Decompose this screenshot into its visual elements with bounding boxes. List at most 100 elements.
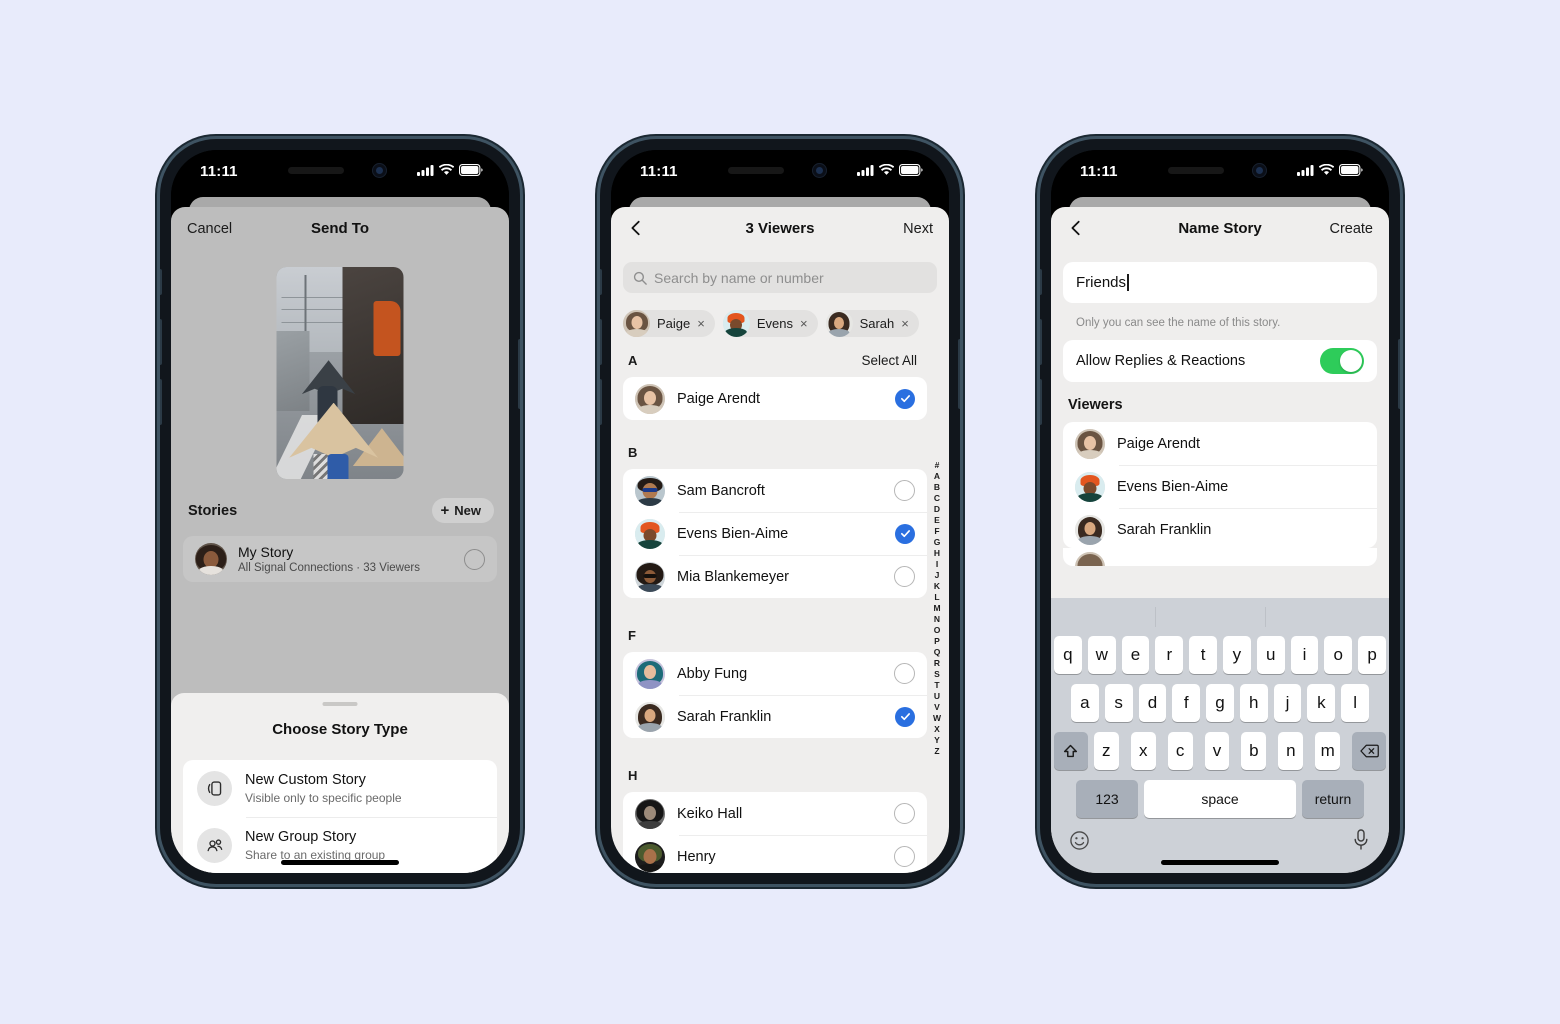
volume-down-button[interactable] — [160, 379, 162, 425]
key-z[interactable]: z — [1093, 732, 1119, 770]
index-letter[interactable]: R — [934, 658, 940, 669]
index-letter[interactable]: O — [934, 625, 941, 636]
key-u[interactable]: u — [1256, 636, 1285, 674]
index-letter[interactable]: A — [934, 471, 940, 482]
viewer-chip[interactable]: Paige × — [623, 310, 715, 337]
index-letter[interactable]: E — [934, 515, 940, 526]
numbers-key[interactable]: 123 — [1076, 780, 1138, 818]
key-p[interactable]: p — [1358, 636, 1386, 674]
select-all-button[interactable]: Select All — [861, 353, 917, 368]
home-indicator[interactable] — [1161, 860, 1279, 865]
contact-row[interactable]: Sam Bancroft — [623, 469, 927, 512]
contact-row[interactable]: Mia Blankemeyer — [623, 555, 927, 598]
key-e[interactable]: e — [1121, 636, 1150, 674]
shift-key[interactable] — [1054, 732, 1088, 770]
key-v[interactable]: v — [1204, 732, 1230, 770]
allow-replies-row[interactable]: Allow Replies & Reactions — [1063, 340, 1377, 382]
key-x[interactable]: x — [1130, 732, 1156, 770]
key-t[interactable]: t — [1189, 636, 1217, 674]
key-g[interactable]: g — [1206, 684, 1234, 722]
index-letter[interactable]: U — [934, 691, 940, 702]
index-letter[interactable]: L — [934, 592, 939, 603]
power-button[interactable] — [958, 339, 960, 409]
index-letter[interactable]: K — [934, 581, 940, 592]
story-name-input[interactable]: Friends — [1063, 262, 1377, 303]
mute-switch[interactable] — [600, 269, 602, 295]
contact-checkbox-unchecked[interactable] — [894, 846, 915, 867]
index-letter[interactable]: Z — [934, 746, 939, 757]
index-letter[interactable]: S — [934, 669, 940, 680]
contact-checkbox-checked[interactable] — [895, 523, 915, 544]
mute-switch[interactable] — [1040, 269, 1042, 295]
key-b[interactable]: b — [1241, 732, 1267, 770]
volume-up-button[interactable] — [160, 319, 162, 365]
key-d[interactable]: d — [1138, 684, 1167, 722]
my-story-radio[interactable] — [464, 548, 485, 570]
key-y[interactable]: y — [1223, 636, 1251, 674]
viewer-chip[interactable]: Sarah × — [825, 310, 919, 337]
key-r[interactable]: r — [1155, 636, 1184, 674]
volume-up-button[interactable] — [1040, 319, 1042, 365]
sheet-grabber[interactable] — [322, 702, 358, 706]
index-letter[interactable]: T — [934, 680, 939, 691]
next-button[interactable]: Next — [903, 221, 933, 237]
contact-row[interactable]: Sarah Franklin — [623, 695, 927, 738]
index-letter[interactable]: I — [936, 559, 938, 570]
key-s[interactable]: s — [1104, 684, 1133, 722]
key-o[interactable]: o — [1324, 636, 1353, 674]
key-k[interactable]: k — [1307, 684, 1336, 722]
contact-checkbox-unchecked[interactable] — [894, 803, 915, 824]
index-letter[interactable]: W — [933, 713, 941, 724]
mute-switch[interactable] — [160, 269, 162, 295]
index-letter[interactable]: Q — [934, 647, 941, 658]
index-letter[interactable]: N — [934, 614, 940, 625]
key-h[interactable]: h — [1239, 684, 1268, 722]
contact-checkbox-unchecked[interactable] — [894, 480, 915, 501]
contact-checkbox-checked[interactable] — [895, 706, 915, 727]
viewer-row[interactable]: Evens Bien-Aime — [1063, 465, 1377, 508]
viewer-chip[interactable]: Evens × — [722, 310, 818, 337]
key-q[interactable]: q — [1054, 636, 1082, 674]
viewer-row[interactable]: Sarah Franklin — [1063, 508, 1377, 548]
index-letter[interactable]: C — [934, 493, 940, 504]
chip-remove-icon[interactable]: × — [901, 317, 909, 330]
key-m[interactable]: m — [1315, 732, 1341, 770]
key-a[interactable]: a — [1070, 684, 1099, 722]
search-input[interactable]: Search by name or number — [623, 262, 937, 293]
volume-down-button[interactable] — [1040, 379, 1042, 425]
viewer-row[interactable]: Paige Arendt — [1063, 422, 1377, 465]
index-letter[interactable]: Y — [934, 735, 940, 746]
return-key[interactable]: return — [1302, 780, 1364, 818]
contact-checkbox-checked[interactable] — [895, 388, 915, 409]
index-letter[interactable]: F — [934, 526, 939, 537]
contact-checkbox-unchecked[interactable] — [894, 566, 915, 587]
new-custom-story-option[interactable]: New Custom Story Visible only to specifi… — [183, 760, 497, 817]
index-letter[interactable]: H — [934, 548, 940, 559]
create-button[interactable]: Create — [1329, 221, 1373, 237]
index-letter[interactable]: M — [933, 603, 940, 614]
contact-row[interactable]: Keiko Hall — [623, 792, 927, 835]
contact-row[interactable]: Abby Fung — [623, 652, 927, 695]
home-indicator[interactable] — [281, 860, 399, 865]
power-button[interactable] — [1398, 339, 1400, 409]
dictation-key[interactable] — [1351, 828, 1371, 857]
index-letter[interactable]: D — [934, 504, 940, 515]
key-n[interactable]: n — [1278, 732, 1304, 770]
space-key[interactable]: space — [1144, 780, 1296, 818]
backspace-key[interactable] — [1352, 732, 1386, 770]
key-w[interactable]: w — [1087, 636, 1116, 674]
index-letter[interactable]: G — [934, 537, 941, 548]
index-letter[interactable]: J — [935, 570, 940, 581]
index-letter[interactable]: B — [934, 482, 940, 493]
new-story-button[interactable]: + New — [431, 498, 494, 523]
alphabet-index-strip[interactable]: # A B C D E F G H I J K L M N O P Q R S T U V W X Y Z — [930, 460, 944, 757]
index-letter[interactable]: # — [935, 460, 940, 471]
allow-replies-toggle[interactable] — [1320, 348, 1364, 374]
index-letter[interactable]: X — [934, 724, 940, 735]
volume-down-button[interactable] — [600, 379, 602, 425]
key-c[interactable]: c — [1167, 732, 1193, 770]
contact-row[interactable]: Evens Bien-Aime — [623, 512, 927, 555]
power-button[interactable] — [518, 339, 520, 409]
contact-row[interactable]: Henry — [623, 835, 927, 873]
keyboard-suggestion-bar[interactable] — [1051, 598, 1389, 636]
